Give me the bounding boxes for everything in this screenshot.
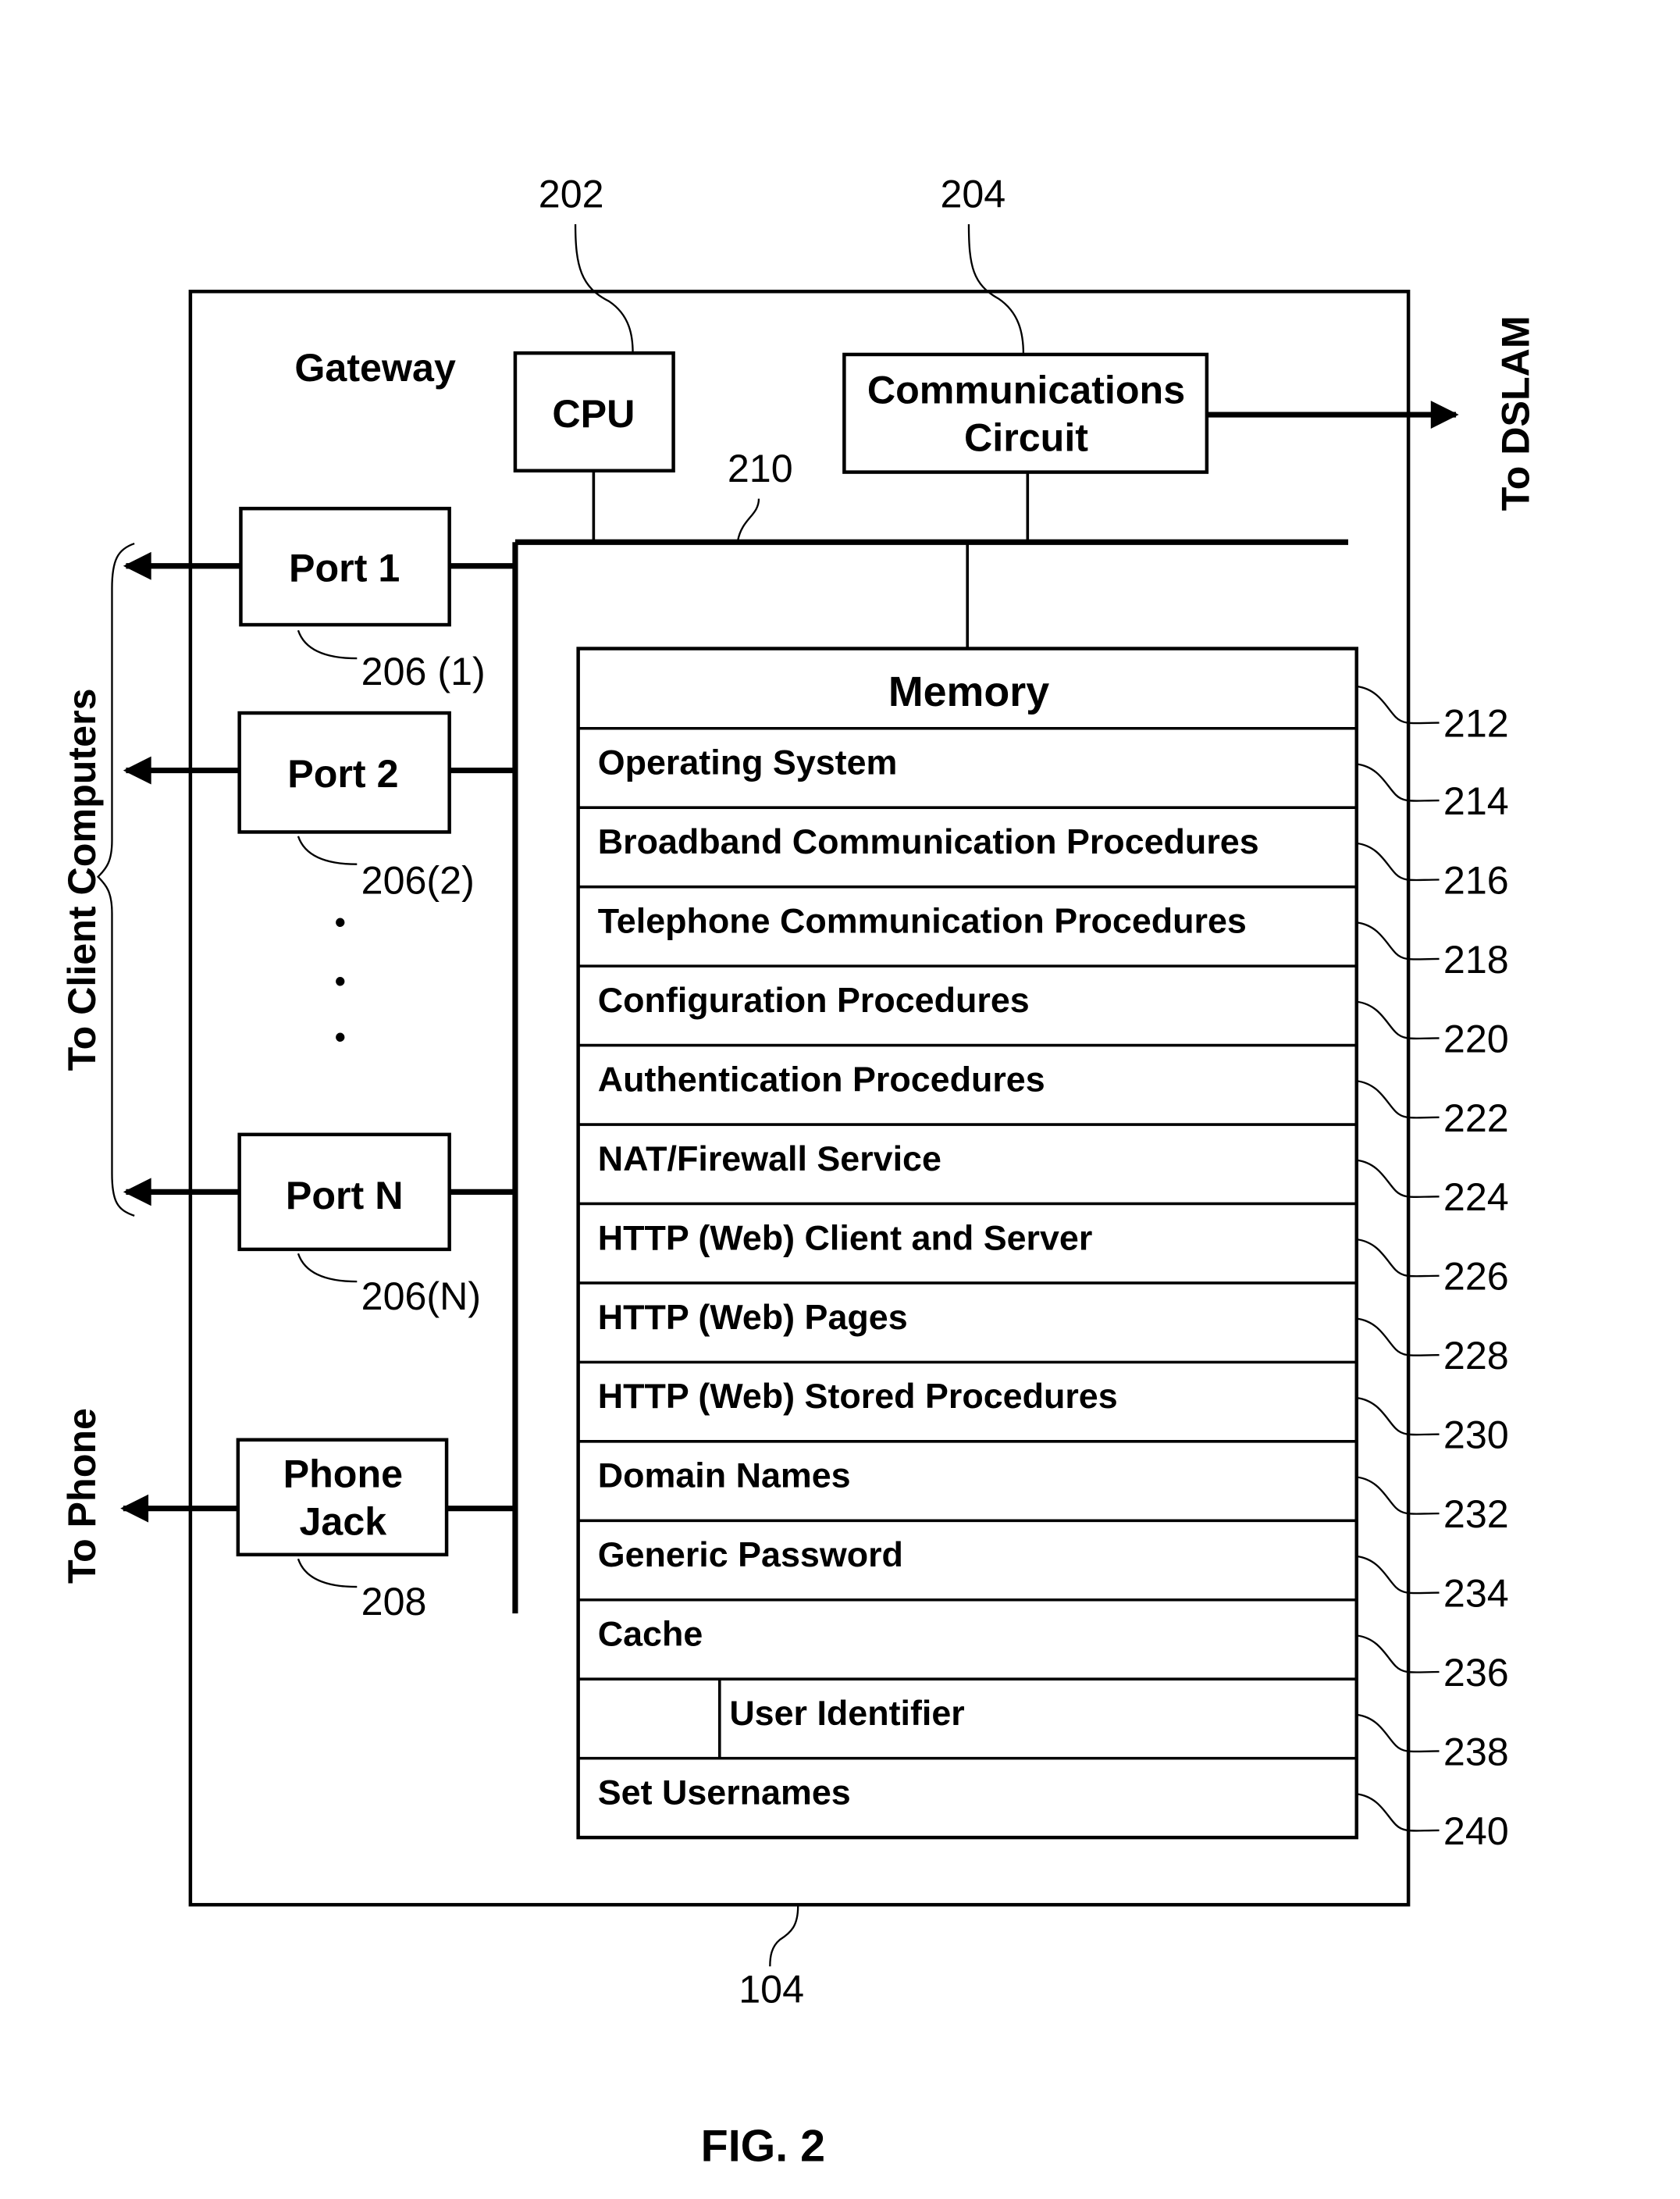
memory-row-label: Operating System xyxy=(598,743,898,782)
to-dslam-label: To DSLAM xyxy=(1493,315,1537,511)
phone-jack-ref: 208 xyxy=(361,1580,427,1623)
cpu-label: CPU xyxy=(552,392,635,436)
memory-row-label: User Identifier xyxy=(729,1693,964,1733)
memory-row-ref: 216 xyxy=(1443,858,1509,902)
port-1-ref: 206 (1) xyxy=(361,650,486,693)
memory-row-label: Authentication Procedures xyxy=(598,1059,1045,1099)
ellipsis-dot-1: • xyxy=(335,906,346,940)
communications-circuit-ref: 204 xyxy=(940,173,1006,216)
gateway-block-diagram: Gateway CPU 202 Communications Circuit 2… xyxy=(60,173,1537,2172)
memory-row-label: HTTP (Web) Client and Server xyxy=(598,1217,1093,1257)
memory-row-label: Telephone Communication Procedures xyxy=(598,901,1247,941)
memory-row-label: Generic Password xyxy=(598,1534,903,1574)
memory-row-ref: 232 xyxy=(1443,1492,1509,1536)
memory-row-ref: 238 xyxy=(1443,1730,1509,1773)
memory-row-label: Cache xyxy=(598,1614,703,1654)
memory-row-ref: 220 xyxy=(1443,1017,1509,1060)
memory-row-ref: 224 xyxy=(1443,1175,1509,1219)
memory-row-ref: 236 xyxy=(1443,1651,1509,1695)
memory-row-ref: 234 xyxy=(1443,1571,1509,1615)
port-n-label: Port N xyxy=(286,1174,404,1217)
communications-circuit-label-line2: Circuit xyxy=(964,416,1088,460)
memory-row-label: NAT/Firewall Service xyxy=(598,1139,941,1178)
memory-row-label: Configuration Procedures xyxy=(598,980,1030,1020)
gateway-leader xyxy=(769,1905,799,1967)
memory-row-ref: 230 xyxy=(1443,1413,1509,1457)
to-client-computers-label: To Client Computers xyxy=(60,688,104,1071)
memory-title: Memory xyxy=(888,668,1049,715)
gateway-label: Gateway xyxy=(294,346,456,390)
memory-row-ref: 240 xyxy=(1443,1809,1509,1853)
memory-row-ref: 228 xyxy=(1443,1334,1509,1377)
memory-row-label: Set Usernames xyxy=(598,1772,851,1812)
bus-ref: 210 xyxy=(728,447,793,490)
phone-jack-label-line1: Phone xyxy=(283,1452,403,1496)
cpu-ref: 202 xyxy=(539,173,604,216)
figure-caption: FIG. 2 xyxy=(701,2121,825,2171)
memory-title-ref: 212 xyxy=(1443,702,1509,746)
port-2-ref: 206(2) xyxy=(361,858,475,902)
memory-row-ref: 222 xyxy=(1443,1096,1509,1140)
port-n-ref: 206(N) xyxy=(361,1274,481,1318)
ellipsis-dot-2: • xyxy=(335,964,346,999)
memory-row-ref: 226 xyxy=(1443,1255,1509,1299)
to-phone-label: To Phone xyxy=(60,1408,104,1584)
port-1-label: Port 1 xyxy=(289,546,400,590)
memory-row-label: HTTP (Web) Pages xyxy=(598,1297,908,1337)
port-2-label: Port 2 xyxy=(287,752,398,796)
gateway-ref: 104 xyxy=(739,1968,804,2012)
memory-row-label: Broadband Communication Procedures xyxy=(598,822,1259,861)
communications-circuit-label-line1: Communications xyxy=(867,369,1185,412)
memory-row-label: Domain Names xyxy=(598,1456,851,1495)
memory-row-ref: 214 xyxy=(1443,779,1509,823)
ellipsis-dot-3: • xyxy=(335,1021,346,1055)
memory-row-ref: 218 xyxy=(1443,938,1509,982)
memory-row-label: HTTP (Web) Stored Procedures xyxy=(598,1376,1118,1416)
phone-jack-label-line2: Jack xyxy=(300,1500,387,1544)
